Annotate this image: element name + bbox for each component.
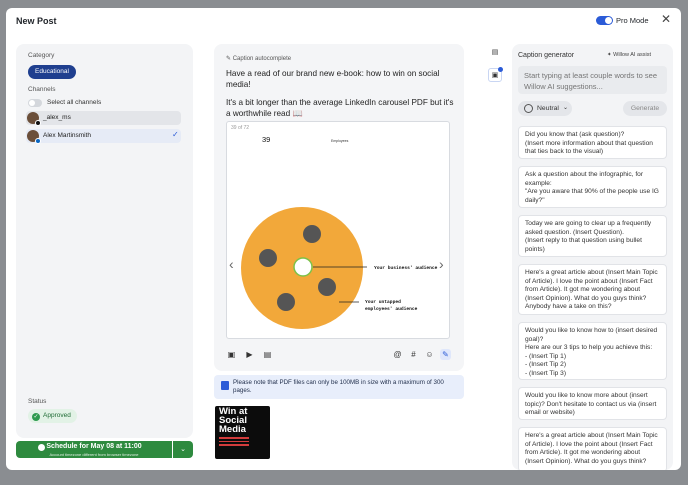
pro-mode-toggle[interactable] (596, 16, 613, 25)
document-icon[interactable]: ▤ (488, 46, 502, 60)
post-paragraph: It's a bit longer than the average Linke… (226, 98, 454, 118)
tone-label: Neutral (537, 105, 559, 112)
next-page-arrow[interactable]: › (439, 256, 444, 272)
suggestion-item[interactable]: Did you know that (ask question)? (Inser… (518, 126, 667, 159)
status-value: Approved (43, 412, 71, 419)
pdf-limit-text: Please note that PDF files can only be 1… (233, 379, 444, 394)
suggestion-item[interactable]: Would you like to know more about (inser… (518, 387, 667, 420)
thumbnail-title-line: Media (219, 424, 246, 435)
modal-title: New Post (16, 16, 57, 26)
caption-generator-panel: Caption generator ✦ Willow AI assist Neu… (512, 44, 673, 470)
mention-icon[interactable]: @ (392, 349, 403, 360)
previous-page-arrow[interactable]: ‹ (229, 256, 234, 272)
select-all-label: Select all channels (47, 99, 102, 106)
status-label: Status (28, 398, 47, 405)
suggestion-item[interactable]: Would you like to know how to (insert de… (518, 322, 667, 380)
channel-name: _alex_ms (43, 114, 71, 121)
generate-button[interactable]: Generate (623, 101, 667, 116)
select-all-toggle[interactable] (28, 99, 42, 107)
new-post-modal: New Post Pro Mode ✕ Category Educational… (6, 8, 681, 470)
category-label: Category (28, 52, 55, 59)
pro-mode-label: Pro Mode (616, 16, 649, 25)
channels-label: Channels (28, 86, 56, 93)
left-panel: Category Educational Channels Select all… (16, 44, 193, 438)
caption-prompt-input[interactable] (518, 66, 667, 94)
channel-name: Alex Martinsmith (43, 132, 92, 139)
instagram-icon (35, 120, 41, 126)
file-icon (221, 381, 229, 390)
thumbnail-title: Win at Social Media (219, 407, 247, 435)
tone-select[interactable]: Neutral ⌄ (518, 101, 572, 116)
schedule-label: Schedule for May 08 at 11:00 (46, 443, 142, 450)
slide-illustration: Your business' audience Your untapped em… (241, 207, 438, 329)
close-icon[interactable]: ✕ (661, 13, 671, 25)
hashtag-icon[interactable]: # (408, 349, 419, 360)
pdf-limit-notice: Please note that PDF files can only be 1… (214, 375, 464, 399)
check-circle-icon: ✓ (32, 413, 40, 421)
document-icon[interactable]: ▤ (262, 349, 273, 360)
channel-row-alex-ms[interactable]: _alex_ms (26, 111, 181, 126)
employee-avatar (318, 278, 336, 296)
willow-ai-assist-label: Willow AI assist (613, 52, 652, 58)
channel-row-alex-martinsmith[interactable]: Alex Martinsmith ✓ (26, 129, 181, 144)
employee-avatar (277, 293, 295, 311)
pdf-thumbnail[interactable]: Win at Social Media (215, 406, 270, 459)
avatar (27, 112, 41, 126)
caption-generator-title: Caption generator (518, 52, 575, 59)
editor-toolbar: ▣ ▶ ▤ @ # ☺ ✎ (226, 348, 456, 362)
suggestion-item[interactable]: Today we are going to clear up a frequen… (518, 215, 667, 257)
linkedin-icon (35, 138, 41, 144)
company-logo (293, 257, 313, 277)
employee-avatar (259, 249, 277, 267)
smiley-icon (524, 104, 533, 113)
caption-autocomplete-label: Caption autocomplete (232, 56, 292, 62)
schedule-button[interactable]: Schedule for May 08 at 11:00 Account tim… (16, 441, 172, 458)
document-preview[interactable]: 39 of 72 39 Employees Your business' aud… (226, 121, 450, 339)
chevron-down-icon: ⌄ (563, 105, 569, 111)
willow-ai-assist[interactable]: ✦ Willow AI assist (607, 52, 651, 58)
post-editor: ✎ Caption autocomplete Have a read of ou… (214, 44, 464, 371)
sparkle-icon: ✎ (226, 56, 233, 62)
video-icon[interactable]: ▶ (244, 349, 255, 360)
thumbnail-decoration (219, 437, 249, 451)
check-icon: ✓ (172, 130, 179, 139)
status-badge[interactable]: ✓ Approved (28, 409, 77, 423)
untapped-label-line1: Your untapped (365, 299, 401, 305)
caption-autocomplete-toggle[interactable]: ✎ Caption autocomplete (226, 55, 291, 62)
category-pill-educational[interactable]: Educational (28, 65, 76, 79)
modal-header: New Post Pro Mode ✕ (6, 8, 681, 34)
avatar (27, 130, 41, 144)
image-icon[interactable]: ▣ (488, 67, 503, 82)
emoji-icon[interactable]: ☺ (424, 349, 435, 360)
image-icon[interactable]: ▣ (226, 349, 237, 360)
audience-label: Your business' audience (374, 265, 438, 271)
suggestion-item[interactable]: Here's a great article about (Insert Mai… (518, 264, 667, 315)
post-paragraph: Have a read of our brand new e-book: how… (226, 69, 440, 89)
untapped-label-line2: employees' audience (365, 306, 418, 312)
employee-avatar (303, 225, 321, 243)
schedule-timezone-note: Account timezone different from browser … (49, 452, 139, 457)
post-text-area[interactable]: Have a read of our brand new e-book: how… (226, 68, 456, 126)
magic-wand-icon[interactable]: ✎ (440, 349, 451, 360)
schedule-dropdown-button[interactable]: ⌄ (173, 441, 193, 458)
suggestion-item[interactable]: Ask a question about the infographic, fo… (518, 166, 667, 208)
suggestion-item[interactable]: Here's a great article about (Insert Mai… (518, 427, 667, 470)
